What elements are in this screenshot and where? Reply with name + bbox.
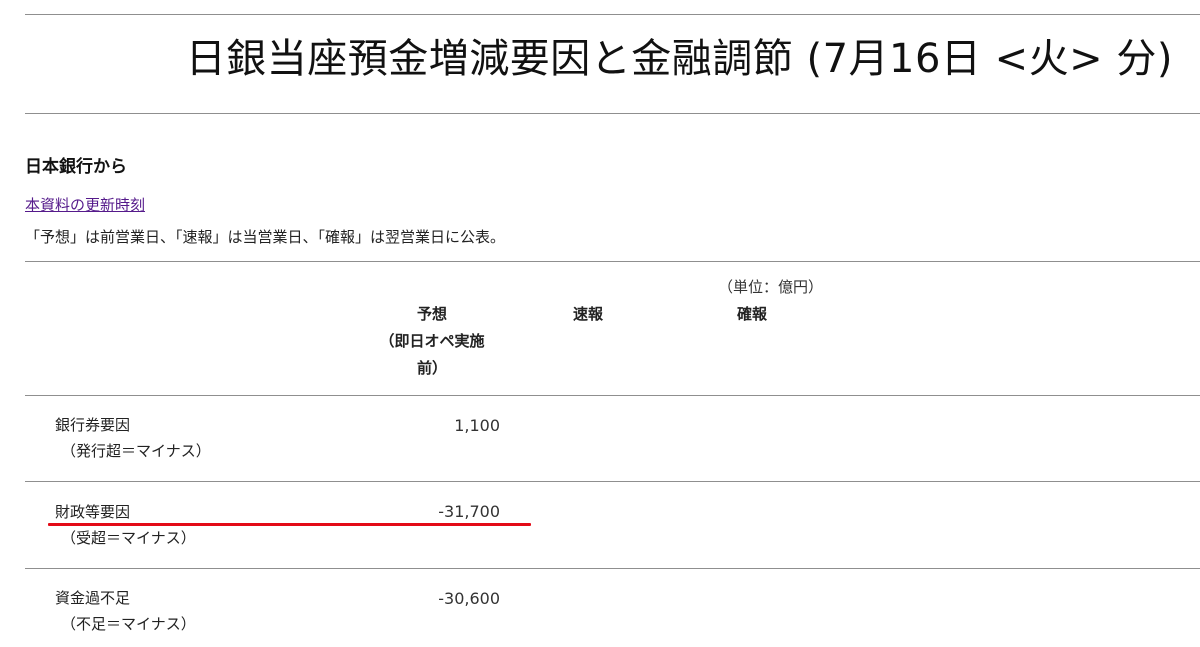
row-divider [25,481,1200,482]
row-label-sub: （発行超＝マイナス） [61,442,211,460]
red-underline-highlight [48,523,531,526]
column-header-forecast-line2: （即日オペ実施 [379,332,485,350]
row-divider [25,568,1200,569]
top-divider [25,14,1200,15]
table-row-label: 銀行券要因 （発行超＝マイナス） [55,412,211,464]
table-top-divider [25,261,1200,262]
header-divider [25,395,1200,396]
row-label-main: 銀行券要因 [55,416,131,434]
column-header-preliminary: 速報 [572,305,603,323]
publication-note: 「予想」は前営業日、「速報」は当営業日、「確報」は翌営業日に公表。 [25,228,506,246]
row-label-sub: （受超＝マイナス） [61,529,196,547]
row-label-sub: （不足＝マイナス） [61,615,196,633]
column-header-final: 確報 [736,305,767,323]
page: 日銀当座預金増減要因と金融調節 (7月16日 <火> 分) 日本銀行から 本資料… [0,0,1200,647]
table-cell-forecast: -30,600 [438,589,500,608]
table-row-label: 資金過不足 （不足＝マイナス） [55,585,196,637]
table-cell-forecast: 1,100 [454,416,500,435]
row-label-main: 資金過不足 [55,589,131,607]
column-header-forecast: 予想 （即日オペ実施 前） [362,301,502,382]
column-header-forecast-line1: 予想 [416,305,447,323]
row-label-main: 財政等要因 [55,503,131,521]
source-heading: 日本銀行から [25,157,127,177]
update-time-link[interactable]: 本資料の更新時刻 [25,194,145,215]
table-cell-forecast: -31,700 [438,502,500,521]
unit-label: （単位：億円） [718,278,824,296]
title-divider [25,113,1200,114]
page-title: 日銀当座預金増減要因と金融調節 (7月16日 <火> 分) [185,36,1173,82]
column-header-forecast-line3: 前） [416,359,447,377]
